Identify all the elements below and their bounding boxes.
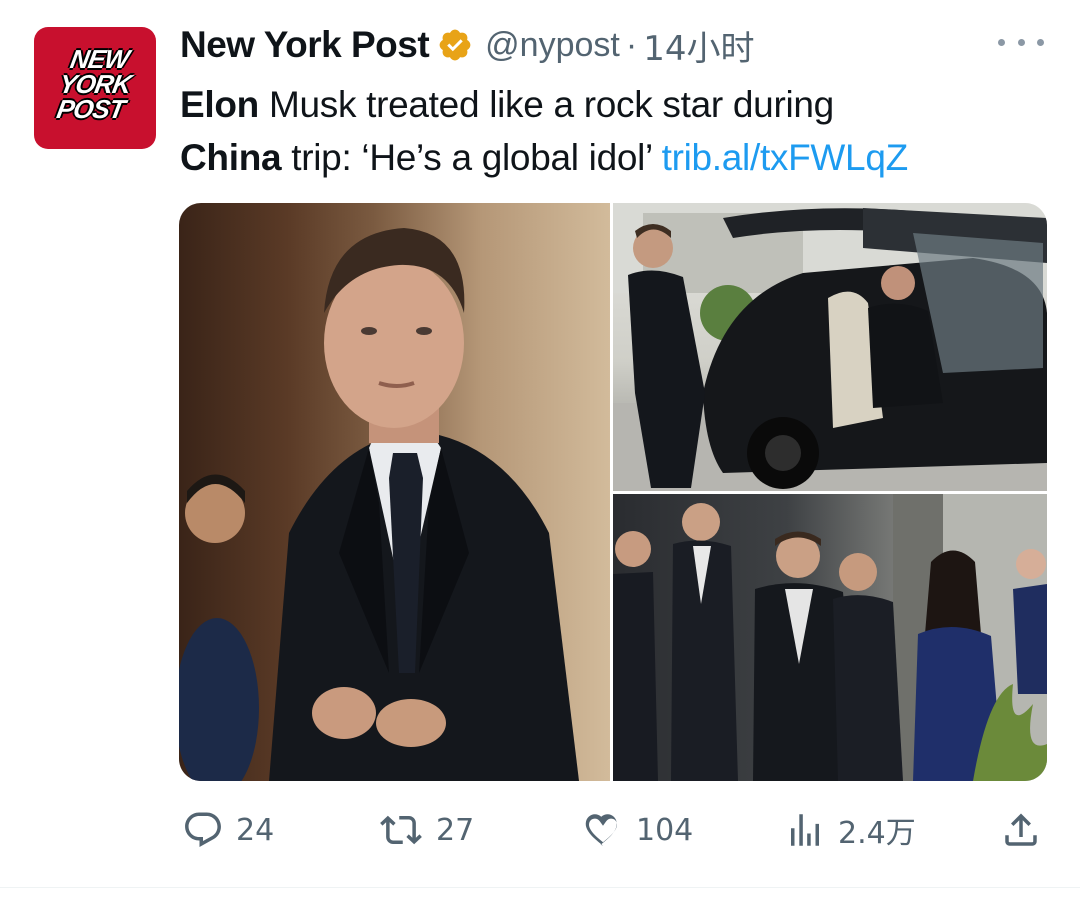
display-name[interactable]: New York Post: [180, 24, 430, 66]
avatar[interactable]: NEW YORK POST: [34, 27, 156, 149]
retweet-count: 27: [436, 812, 475, 848]
separator-dot: ·: [625, 25, 638, 64]
tweet-text: Elon Musk treated like a rock star durin…: [180, 78, 1060, 184]
views-count: 2.4万: [838, 816, 916, 851]
views-button[interactable]: 2.4万: [784, 800, 916, 860]
tweet-link[interactable]: trib.al/txFWLqZ: [662, 137, 909, 178]
logo-line-3: POST: [54, 94, 127, 124]
timestamp[interactable]: 14小时: [643, 21, 754, 70]
like-count: 104: [636, 812, 694, 848]
photo-musk-portrait[interactable]: [179, 203, 610, 781]
tweet-action-bar: 24 27 104 2.4万: [0, 800, 1080, 860]
retweet-button[interactable]: 27: [378, 800, 474, 860]
media-grid: [179, 203, 1047, 781]
more-options-icon[interactable]: [998, 30, 1044, 54]
account-handle[interactable]: @nypost: [485, 26, 620, 65]
heart-icon: [585, 814, 617, 846]
bold-word-elon: Elon: [180, 84, 259, 125]
bold-word-china: China: [180, 137, 282, 178]
tweet-text-line-1: Elon Musk treated like a rock star durin…: [180, 84, 834, 125]
reply-bubble-icon: [185, 812, 221, 847]
verified-badge-icon[interactable]: [437, 27, 473, 63]
reply-button[interactable]: 24: [182, 800, 274, 860]
tweet-text-line-2: China trip: ‘He’s a global idol’ trib.al…: [180, 137, 909, 178]
share-upload-icon: [1005, 813, 1037, 846]
tweet-header: New York Post @nypost · 14小时: [180, 21, 754, 70]
like-button[interactable]: 104: [582, 800, 693, 860]
retweet-icon: [380, 815, 422, 845]
views-bar-chart-icon: [791, 814, 819, 846]
nypost-logo: NEW YORK POST: [34, 44, 156, 124]
reply-count: 24: [236, 812, 275, 848]
bottom-divider: [0, 887, 1080, 888]
share-button[interactable]: [1000, 800, 1042, 860]
photo-musk-in-car[interactable]: [613, 203, 1047, 491]
photo-musk-walking-group[interactable]: [613, 494, 1047, 781]
